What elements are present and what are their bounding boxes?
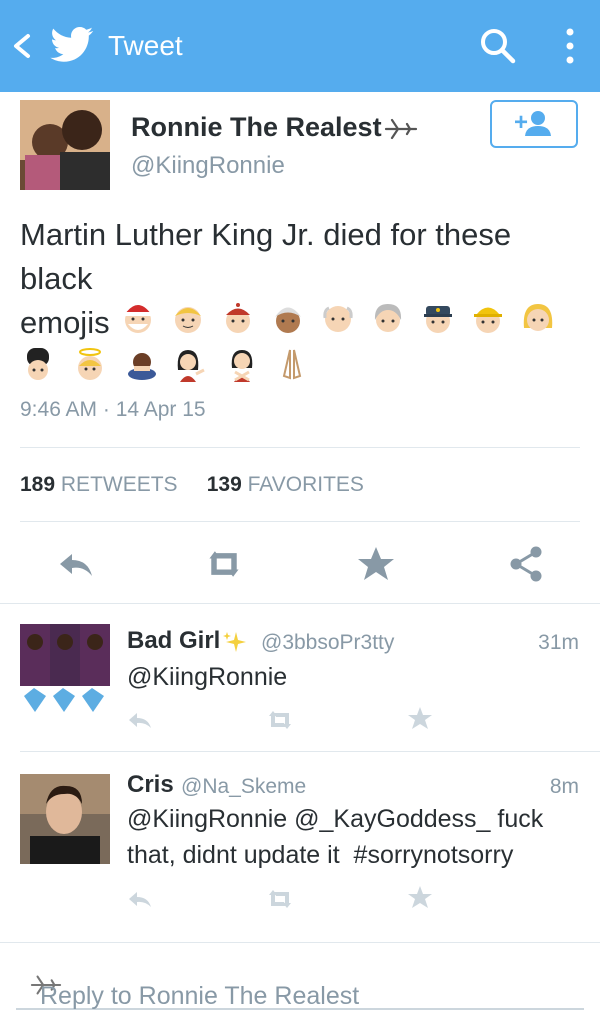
- page-title: Tweet: [108, 30, 183, 61]
- svg-text:+: +: [514, 109, 528, 136]
- reply-icon[interactable]: [56, 544, 96, 584]
- reply-time: 31m: [538, 631, 579, 654]
- divider: [0, 603, 600, 604]
- divider: [0, 942, 600, 943]
- blond-woman-icon: [523, 304, 553, 331]
- author-name[interactable]: Ronnie The Realest: [131, 112, 418, 143]
- no-gesture-person-icon: [231, 350, 253, 382]
- reply-text-line: @KiingRonnie @_KayGoddess_ fuck: [127, 805, 544, 833]
- chinese-man-icon: [226, 303, 250, 333]
- avatar[interactable]: [20, 774, 110, 864]
- back-icon[interactable]: [8, 28, 36, 64]
- reply-placeholder: Reply to Ronnie The Realest: [28, 970, 359, 1010]
- divider: [20, 521, 580, 522]
- twitter-bird-icon[interactable]: [50, 26, 94, 64]
- blond-boy-icon: [175, 307, 201, 333]
- share-icon[interactable]: [506, 544, 546, 584]
- divider: [20, 447, 580, 448]
- guard-icon: [27, 348, 49, 380]
- reply-icon[interactable]: [126, 708, 154, 732]
- avatar[interactable]: [20, 100, 110, 190]
- reply-icon[interactable]: [126, 887, 154, 911]
- airplane-icon: [384, 118, 417, 139]
- add-user-icon: +: [514, 109, 551, 136]
- indian-man-icon: [275, 307, 301, 333]
- sparkles-icon: [223, 631, 247, 652]
- tweet-timestamp: 9:46 AM · 14 Apr 15: [20, 398, 206, 421]
- old-man-icon: [323, 306, 353, 332]
- info-desk-person-icon: [177, 350, 205, 382]
- tweet-text-line: black: [20, 261, 93, 296]
- reply-text-line: that, didnt update it #sorrynotsorry: [127, 841, 514, 869]
- reply-author-name[interactable]: Bad Girl: [127, 627, 248, 655]
- favorite-star-icon[interactable]: [406, 885, 434, 909]
- bowing-person-icon: [128, 353, 156, 380]
- favorite-star-icon[interactable]: [406, 706, 434, 730]
- tweet-stats: 189 RETWEETS 139 FAVORITES: [20, 473, 364, 497]
- favorite-star-icon[interactable]: [356, 544, 396, 584]
- praying-hands-icon: [282, 349, 302, 380]
- reply-text: @KiingRonnie @_KayGoddess_ fuck that, di…: [127, 801, 543, 873]
- old-woman-icon: [374, 304, 402, 332]
- search-icon[interactable]: [478, 26, 518, 66]
- reply-author-handle[interactable]: @Na_Skeme: [181, 775, 306, 799]
- divider: [20, 751, 600, 752]
- follow-button[interactable]: +: [490, 100, 578, 148]
- reply-text: @KiingRonnie: [127, 663, 288, 691]
- reply-time: 8m: [549, 775, 579, 798]
- top-app-bar: Tweet: [0, 0, 600, 92]
- avatar[interactable]: [20, 624, 110, 714]
- retweet-icon[interactable]: [266, 708, 294, 732]
- reply-author-name[interactable]: Cris: [127, 771, 174, 799]
- retweets-stat[interactable]: 189 RETWEETS: [20, 473, 178, 496]
- more-vertical-icon[interactable]: [558, 26, 582, 66]
- police-officer-icon: [424, 306, 452, 333]
- favorites-stat[interactable]: 139 FAVORITES: [207, 473, 364, 496]
- construction-worker-icon: [474, 307, 502, 333]
- retweet-icon[interactable]: [204, 544, 244, 584]
- reply-input[interactable]: Reply to Ronnie The Realest: [16, 958, 584, 1010]
- santa-icon: [125, 305, 151, 333]
- retweet-icon[interactable]: [266, 887, 294, 911]
- reply-author-handle[interactable]: @3bbsoPr3tty: [261, 631, 394, 655]
- author-handle[interactable]: @KiingRonnie: [131, 152, 285, 180]
- angel-icon: [78, 348, 102, 380]
- tweet-text-line: Martin Luther King Jr. died for these: [20, 217, 512, 252]
